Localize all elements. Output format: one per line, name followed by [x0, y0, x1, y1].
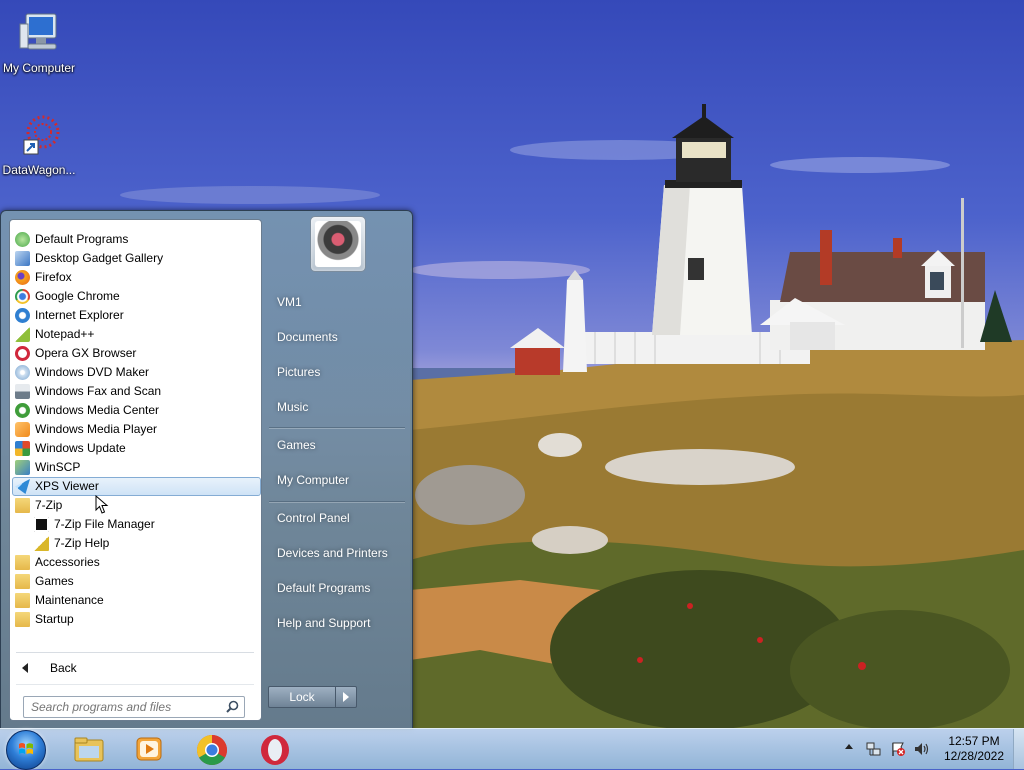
- folder-7zip[interactable]: 7-Zip: [12, 496, 259, 515]
- right-item-games[interactable]: Games: [269, 434, 405, 456]
- media-player-icon: [136, 737, 162, 761]
- search-input[interactable]: [29, 699, 223, 715]
- datawagon-shortcut-icon: [0, 112, 78, 161]
- taskbar-media-player[interactable]: [130, 729, 168, 769]
- right-item-devices-printers[interactable]: Devices and Printers: [269, 542, 405, 564]
- back-button[interactable]: Back: [18, 658, 253, 678]
- search-box[interactable]: [23, 696, 245, 718]
- clock-time: 12:57 PM: [948, 734, 1000, 748]
- firefox-icon: [15, 270, 30, 285]
- opera-gx-icon: [15, 346, 30, 361]
- default-programs-icon: [15, 232, 30, 247]
- program-google-chrome[interactable]: Google Chrome: [12, 287, 259, 306]
- folder-accessories[interactable]: Accessories: [12, 553, 259, 572]
- folder-icon: [15, 612, 30, 627]
- program-desktop-gadget-gallery[interactable]: Desktop Gadget Gallery: [12, 249, 259, 268]
- right-item-music[interactable]: Music: [269, 396, 405, 418]
- divider: [16, 684, 254, 685]
- chrome-icon: [15, 289, 30, 304]
- action-center-flag-icon[interactable]: [890, 741, 906, 757]
- user-picture-icon: [315, 221, 361, 267]
- folder-maintenance[interactable]: Maintenance: [12, 591, 259, 610]
- start-button[interactable]: [6, 730, 46, 770]
- program-internet-explorer[interactable]: Internet Explorer: [12, 306, 259, 325]
- right-item-help-support[interactable]: Help and Support: [269, 612, 405, 634]
- lock-button[interactable]: Lock: [268, 686, 336, 708]
- folder-icon: [15, 593, 30, 608]
- help-file-icon: [34, 536, 49, 551]
- shutdown-options-button[interactable]: [335, 686, 357, 708]
- right-item-pictures[interactable]: Pictures: [269, 361, 405, 383]
- windows-explorer-icon: [74, 737, 104, 762]
- system-clock[interactable]: 12:57 PM 12/28/2022: [940, 734, 1008, 764]
- start-menu-programs-pane: Default Programs Desktop Gadget Gallery …: [9, 219, 262, 721]
- program-windows-dvd-maker[interactable]: Windows DVD Maker: [12, 363, 259, 382]
- windows-logo-icon: [19, 743, 33, 755]
- start-menu: Default Programs Desktop Gadget Gallery …: [0, 210, 413, 730]
- folder-icon: [15, 574, 30, 589]
- divider: [269, 427, 405, 428]
- right-item-default-programs[interactable]: Default Programs: [269, 577, 405, 599]
- folder-startup[interactable]: Startup: [12, 610, 259, 629]
- windows-update-icon: [15, 441, 30, 456]
- start-menu-right-pane: VM1 Documents Pictures Music Games My Co…: [263, 211, 411, 729]
- xps-viewer-icon: [15, 479, 30, 494]
- back-arrow-icon: [22, 663, 28, 673]
- fax-scan-icon: [15, 384, 30, 399]
- program-opera-gx[interactable]: Opera GX Browser: [12, 344, 259, 363]
- desktop-icon-my-computer[interactable]: My Computer: [0, 10, 78, 75]
- media-player-icon: [15, 422, 30, 437]
- program-default-programs[interactable]: Default Programs: [12, 230, 259, 249]
- show-hidden-icons-button[interactable]: [845, 744, 853, 749]
- desktop-icon-datawagon[interactable]: DataWagon...: [0, 112, 78, 177]
- program-notepad-plus-plus[interactable]: Notepad++: [12, 325, 259, 344]
- program-windows-media-center[interactable]: Windows Media Center: [12, 401, 259, 420]
- taskbar-chrome[interactable]: [192, 729, 232, 769]
- program-7zip-file-manager[interactable]: 7-Zip File Manager: [12, 515, 259, 534]
- clock-date: 12/28/2022: [943, 749, 1005, 763]
- notepad-plus-icon: [15, 327, 30, 342]
- chrome-icon: [196, 735, 228, 766]
- taskbar: 12:57 PM 12/28/2022: [0, 728, 1024, 770]
- folder-icon: [15, 498, 30, 513]
- taskbar-windows-explorer[interactable]: [70, 729, 108, 769]
- right-item-documents[interactable]: Documents: [269, 326, 405, 348]
- desktop-icon-label: My Computer: [2, 61, 76, 75]
- show-desktop-button[interactable]: [1013, 729, 1024, 769]
- folder-games[interactable]: Games: [12, 572, 259, 591]
- dvd-maker-icon: [15, 365, 30, 380]
- computer-icon: [0, 10, 78, 59]
- 7zip-icon: [34, 517, 49, 532]
- right-item-my-computer[interactable]: My Computer: [269, 469, 405, 491]
- program-7zip-help[interactable]: 7-Zip Help: [12, 534, 259, 553]
- search-icon[interactable]: [226, 700, 239, 716]
- program-winscp[interactable]: WinSCP: [12, 458, 259, 477]
- right-item-control-panel[interactable]: Control Panel: [269, 507, 405, 529]
- program-windows-fax-scan[interactable]: Windows Fax and Scan: [12, 382, 259, 401]
- program-windows-media-player[interactable]: Windows Media Player: [12, 420, 259, 439]
- mouse-cursor-icon: [95, 495, 109, 514]
- taskbar-opera[interactable]: [255, 729, 295, 769]
- media-center-icon: [15, 403, 30, 418]
- right-item-user-folder[interactable]: VM1: [269, 291, 405, 313]
- network-icon[interactable]: [866, 741, 882, 757]
- program-firefox[interactable]: Firefox: [12, 268, 259, 287]
- program-xps-viewer[interactable]: XPS Viewer: [12, 477, 261, 496]
- folder-icon: [15, 555, 30, 570]
- volume-icon[interactable]: [914, 741, 930, 757]
- internet-explorer-icon: [15, 308, 30, 323]
- user-avatar[interactable]: [310, 216, 366, 272]
- winscp-icon: [15, 460, 30, 475]
- divider: [16, 652, 254, 653]
- desktop-icon-label: DataWagon...: [2, 163, 76, 177]
- gadget-gallery-icon: [15, 251, 30, 266]
- opera-icon: [261, 735, 289, 765]
- program-windows-update[interactable]: Windows Update: [12, 439, 259, 458]
- divider: [269, 501, 405, 502]
